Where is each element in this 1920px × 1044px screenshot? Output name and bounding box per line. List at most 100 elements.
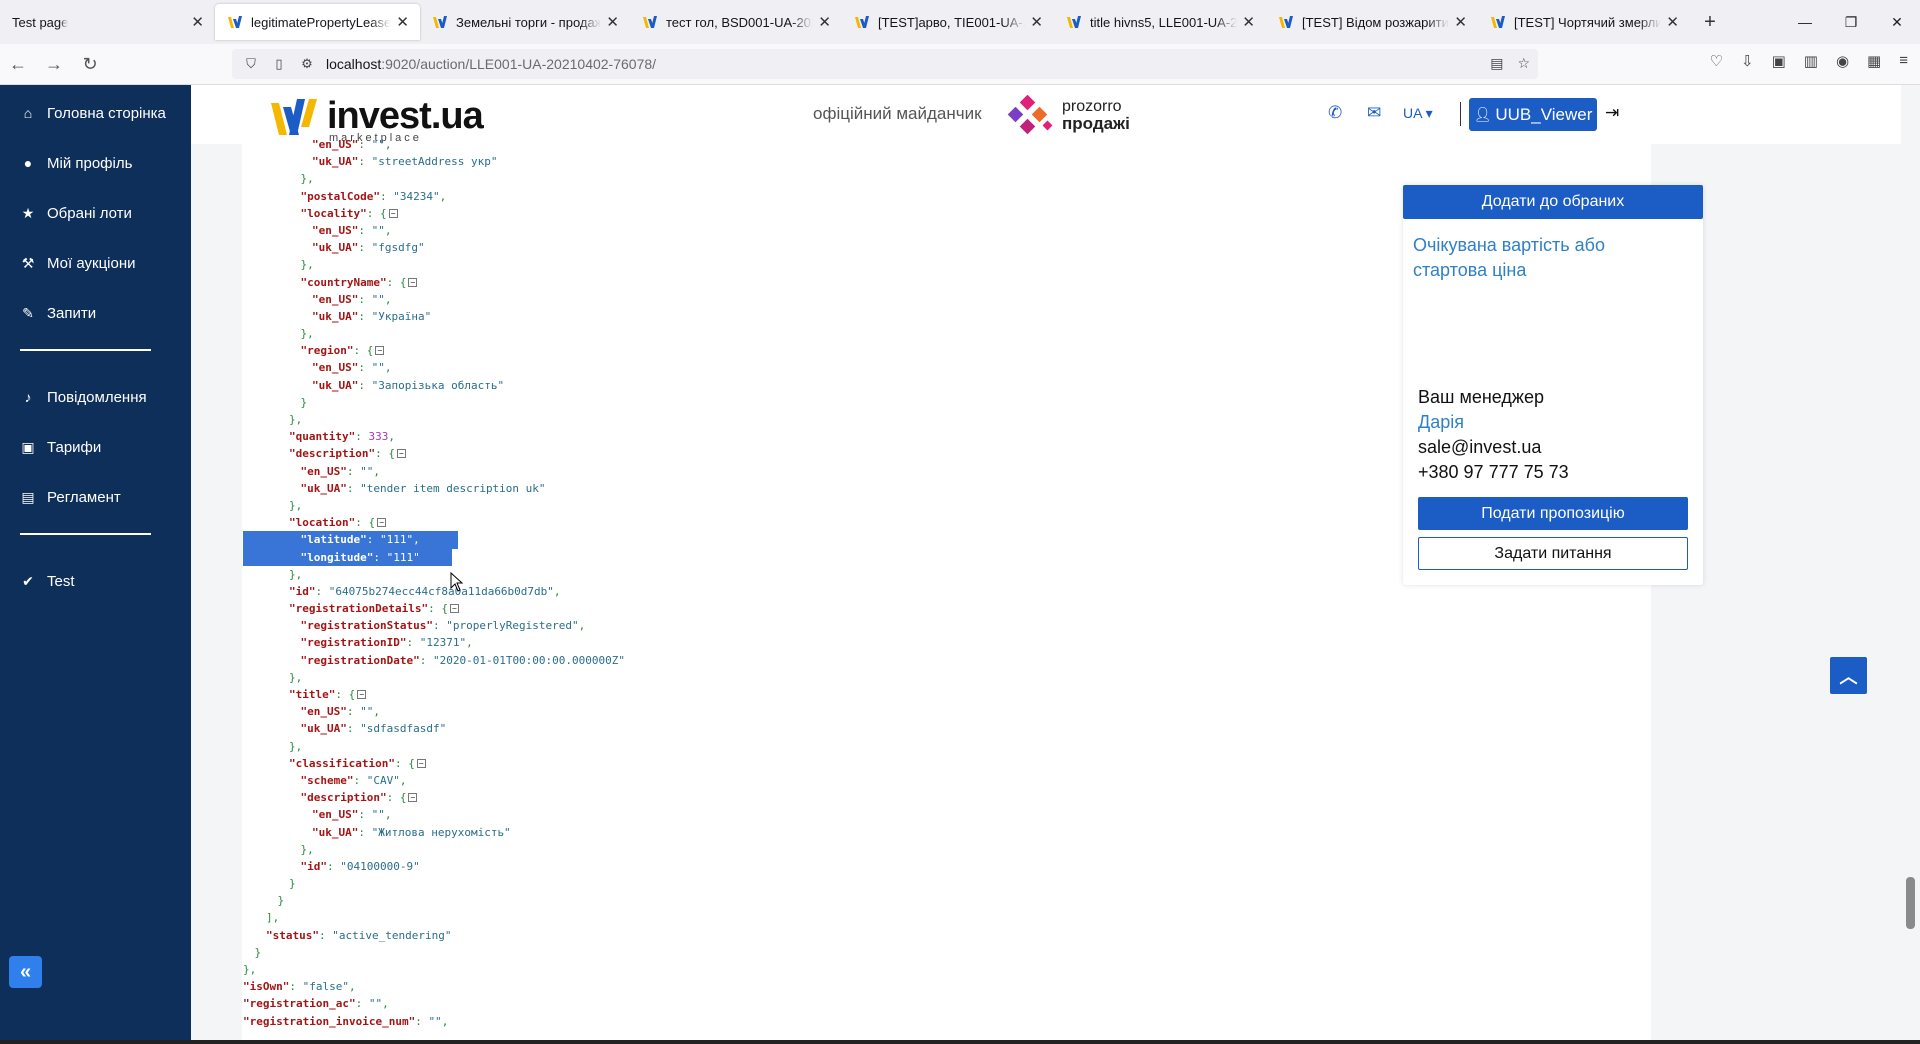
json-punct: : <box>358 223 372 237</box>
browser-tab[interactable]: Земельні торги - продаж з пере ✕ <box>420 0 630 44</box>
user-button[interactable]: 👤︎ UUB_Viewer <box>1469 98 1597 131</box>
restore-icon[interactable]: ❐ <box>1828 0 1874 44</box>
mail-icon[interactable]: ✉ <box>1367 103 1381 123</box>
json-punct: , <box>441 1014 449 1028</box>
minimize-icon[interactable]: — <box>1782 0 1828 44</box>
json-line: }, <box>243 170 1243 187</box>
phone-icon[interactable]: ✆ <box>1328 103 1342 123</box>
scrollbar-thumb[interactable] <box>1906 877 1915 929</box>
json-value: "Житлова нерухомість" <box>371 825 511 839</box>
download-icon[interactable]: ⇩ <box>1741 52 1754 70</box>
json-value: "CAV" <box>366 773 400 787</box>
json-line: }, <box>243 325 1243 342</box>
extension-icon[interactable]: ▣ <box>1772 52 1786 70</box>
prozorro-logo[interactable]: prozorro продажі <box>1006 95 1130 137</box>
reader-view-icon[interactable]: ▤ <box>1490 55 1503 72</box>
sidebar-item[interactable]: ▣ Тарифи <box>0 422 191 472</box>
browser-tab[interactable]: [TEST]арво, TIE001-UA-20211 ✕ <box>842 0 1054 44</box>
close-tab-icon[interactable]: ✕ <box>191 13 204 31</box>
close-tab-icon[interactable]: ✕ <box>1030 13 1043 31</box>
json-value: "" <box>368 997 383 1011</box>
json-punct: }, <box>300 842 314 856</box>
close-window-icon[interactable]: ✕ <box>1874 0 1920 44</box>
sidebar-item[interactable]: ▤ Регламент <box>0 472 191 522</box>
close-tab-icon[interactable]: ✕ <box>1242 13 1255 31</box>
browser-tab[interactable]: [TEST] Відом розжарити жмак ✕ <box>1266 0 1478 44</box>
browser-tab[interactable]: title hivns5, LLE001-UA-20211 ✕ <box>1054 0 1266 44</box>
sidebar-collapse-button[interactable]: « <box>9 956 42 988</box>
json-value: "false" <box>302 980 349 994</box>
sidebar-item[interactable]: ★ Обрані лоти <box>0 188 191 238</box>
submit-offer-button[interactable]: Подати пропозицію <box>1418 497 1688 530</box>
sidebar-item[interactable]: ⚒ Мої аукціони <box>0 238 191 288</box>
bookmark-star-icon[interactable]: ☆ <box>1517 55 1530 72</box>
json-punct: : <box>366 533 380 547</box>
sidebar-item[interactable]: ♪ Повідомлення <box>0 372 191 422</box>
manager-email: sale@invest.ua <box>1418 437 1542 457</box>
page-scrollbar[interactable] <box>1901 85 1920 1044</box>
page-icon[interactable]: ▯ <box>270 56 288 72</box>
close-tab-icon[interactable]: ✕ <box>396 13 409 31</box>
json-punct: }, <box>289 498 303 512</box>
back-icon[interactable]: ← <box>0 48 36 80</box>
json-value: "" <box>428 1014 442 1028</box>
json-punct: , <box>399 773 407 787</box>
json-key: "en_US" <box>300 464 347 478</box>
sidebar-item[interactable]: ✔ Test <box>0 556 191 606</box>
reload-icon[interactable]: ↻ <box>72 48 108 80</box>
shield-icon[interactable]: ⛉ <box>242 56 260 72</box>
json-key: "uk_UA" <box>312 155 359 169</box>
sidebar: ⌂ Головна сторінка ● Мій профіль ★ Обрані лот… <box>0 85 191 1044</box>
json-key: "en_US" <box>312 138 359 151</box>
collapse-toggle-icon[interactable]: − <box>408 793 418 803</box>
browser-tab[interactable]: [TEST] Чортячий змерлий неж ✕ <box>1478 0 1690 44</box>
vpn-icon[interactable]: ◉ <box>1836 52 1849 70</box>
add-to-favorites-button[interactable]: Додати до обраних <box>1403 185 1703 219</box>
expected-price-label: Очікувана вартість або стартова ціна <box>1413 235 1605 280</box>
collapse-toggle-icon[interactable]: − <box>377 518 387 528</box>
json-value: "12371" <box>419 636 467 650</box>
addon-icon[interactable]: ▦ <box>1867 52 1881 70</box>
forward-icon[interactable]: → <box>36 48 72 80</box>
browser-tab[interactable]: legitimatePropertyLease-english ✕ <box>215 4 420 40</box>
collapse-toggle-icon[interactable]: − <box>388 208 398 218</box>
sidebar-item[interactable]: ⌂ Головна сторінка <box>0 88 191 138</box>
json-key: "uk_UA" <box>312 825 359 839</box>
json-punct: : <box>327 859 341 873</box>
browser-tab[interactable]: Test page ✕ <box>0 0 215 44</box>
close-tab-icon[interactable]: ✕ <box>1454 13 1467 31</box>
browser-tab-title: [TEST] Відом розжарити жмак <box>1302 14 1449 30</box>
money-icon: ▣ <box>21 438 35 455</box>
collapse-toggle-icon[interactable]: − <box>357 690 367 699</box>
manager-block: Ваш менеджер Дарія sale@invest.ua +380 9… <box>1418 385 1569 485</box>
permissions-icon[interactable]: ⚙ <box>298 56 316 72</box>
pocket-icon[interactable]: ♡ <box>1710 52 1723 70</box>
logout-icon[interactable]: ⇥ <box>1605 103 1619 123</box>
close-tab-icon[interactable]: ✕ <box>818 13 831 31</box>
json-line: "quantity": 333, <box>243 428 1243 445</box>
ask-question-button[interactable]: Задати питання <box>1418 537 1688 570</box>
json-line: }, <box>243 841 1243 858</box>
sidebar-item-label: Обрані лоти <box>47 204 132 222</box>
close-tab-icon[interactable]: ✕ <box>1666 13 1679 31</box>
json-key: "en_US" <box>312 808 359 822</box>
scroll-to-top-button[interactable]: ︿ <box>1830 657 1867 694</box>
save-icon[interactable]: ▥ <box>1804 52 1818 70</box>
collapse-toggle-icon[interactable]: − <box>449 604 459 614</box>
url-bar[interactable]: ⛉ ▯ ⚙ localhost:9020/auction/LLE001-UA-2… <box>232 49 1538 79</box>
browser-tab[interactable]: тест гол, BSD001-UA-20211029 ✕ <box>630 0 842 44</box>
close-tab-icon[interactable]: ✕ <box>606 13 619 31</box>
sidebar-item[interactable]: ● Мій профіль <box>0 138 191 188</box>
collapse-toggle-icon[interactable]: − <box>375 346 385 356</box>
collapse-toggle-icon[interactable]: − <box>408 277 418 287</box>
collapse-toggle-icon[interactable]: − <box>396 449 406 459</box>
menu-icon[interactable]: ≡ <box>1899 52 1908 70</box>
json-punct: : <box>358 378 372 392</box>
language-dropdown[interactable]: UA ▾ <box>1403 105 1433 122</box>
json-punct: , <box>384 292 392 306</box>
json-viewer[interactable]: "en_US": "", "uk_UA": "streetAddress укр"… <box>243 136 1243 1036</box>
collapse-toggle-icon[interactable]: − <box>416 758 426 768</box>
new-tab-button[interactable]: + <box>1690 0 1730 44</box>
manager-name-link[interactable]: Дарія <box>1418 410 1569 435</box>
sidebar-item[interactable]: ✎ Запити <box>0 288 191 338</box>
